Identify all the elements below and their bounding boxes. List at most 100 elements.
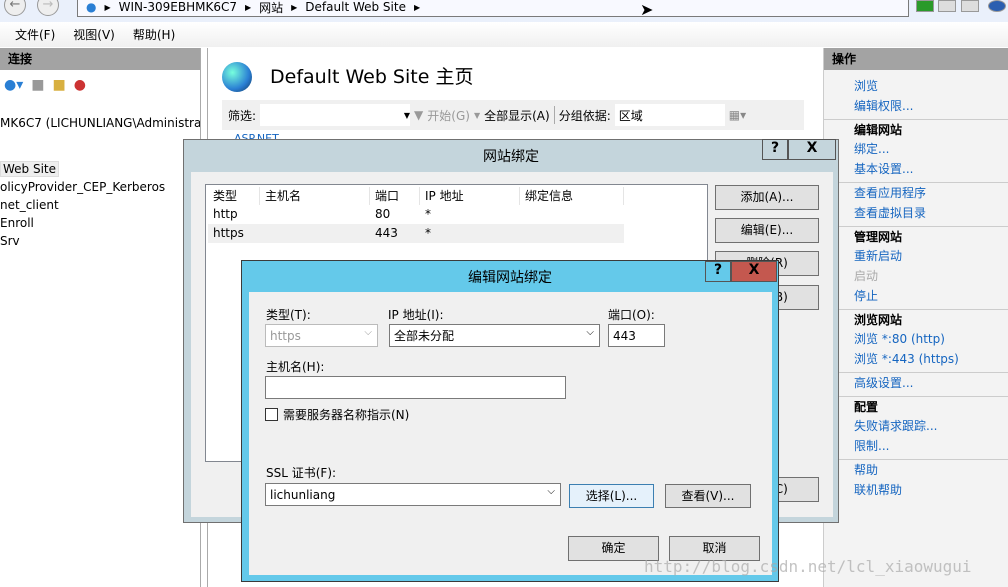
edit-binding-dialog: 编辑网站绑定 ? X 类型(T): https ⌵ IP 地址(I): 全部未分配…	[241, 260, 779, 582]
group-by-label: 分组依据:	[558, 108, 611, 123]
table-cell: *	[425, 207, 431, 221]
menu-help[interactable]: 帮助(H)	[133, 26, 175, 43]
show-all-button[interactable]: 全部显示(A)	[484, 107, 550, 124]
actions-section-header: 编辑网站	[824, 119, 1008, 139]
breadcrumb-server[interactable]: WIN-309EBHMK6C7	[119, 0, 237, 14]
group-by-select[interactable]: 区域	[614, 104, 725, 126]
menu-view[interactable]: 视图(V)	[73, 26, 115, 43]
column-header[interactable]: IP 地址	[420, 187, 520, 205]
ip-select[interactable]: 全部未分配 ⌵	[389, 324, 600, 347]
table-cell	[520, 205, 624, 224]
action-link[interactable]: 启动	[824, 266, 1008, 286]
add-button[interactable]: 添加(A)...	[715, 185, 819, 210]
edit-button[interactable]: 编辑(E)...	[715, 218, 819, 243]
chevron-down-icon: ⌵	[364, 327, 372, 338]
dialog-title: 编辑网站绑定	[468, 270, 552, 286]
column-header[interactable]: 主机名	[260, 187, 370, 205]
column-header[interactable]: 端口	[370, 187, 420, 205]
table-row[interactable]: http 80 *	[208, 205, 624, 224]
host-input[interactable]	[265, 376, 566, 399]
action-link[interactable]: 联机帮助	[824, 480, 1008, 500]
port-input[interactable]: 443	[608, 324, 665, 347]
actions-section-header: 管理网站	[824, 226, 1008, 246]
save-icon[interactable]: ■	[31, 77, 44, 93]
action-link[interactable]: 绑定...	[824, 139, 1008, 159]
tree-server[interactable]: MK6C7 (LICHUNLIANG\Administrat	[0, 114, 200, 132]
breadcrumb-sites[interactable]: 网站	[259, 0, 283, 16]
home-icon[interactable]	[961, 0, 979, 12]
help-button[interactable]: ?	[762, 139, 788, 160]
action-link[interactable]: 查看虚拟目录	[824, 203, 1008, 223]
sni-checkbox[interactable]	[265, 408, 278, 421]
table-row[interactable]: https 443 *	[208, 224, 624, 243]
refresh-icon[interactable]	[916, 0, 934, 12]
action-link[interactable]: 重新启动	[824, 246, 1008, 266]
actions-section-header: 配置	[824, 396, 1008, 416]
folder-up-icon[interactable]: ■	[52, 77, 65, 93]
action-link[interactable]: 失败请求跟踪...	[824, 416, 1008, 436]
action-link[interactable]: 帮助	[824, 460, 1008, 480]
globe-icon: ●	[86, 0, 97, 14]
tree-item[interactable]: net_client	[0, 196, 200, 214]
tree-item-default-web-site[interactable]: Web Site	[0, 160, 200, 178]
view-cert-button[interactable]: 查看(V)...	[665, 484, 751, 508]
sni-label: 需要服务器名称指示(N)	[283, 408, 410, 422]
filter-label: 筛选:	[228, 108, 257, 123]
table-cell: *	[425, 226, 431, 240]
action-link[interactable]: 停止	[824, 286, 1008, 306]
address-bar[interactable]: ● ▶ WIN-309EBHMK6C7 ▶ 网站 ▶ Default Web Site…	[77, 0, 909, 17]
close-button[interactable]: X	[788, 139, 836, 160]
action-link[interactable]: 基本设置...	[824, 159, 1008, 179]
disconnect-icon[interactable]: ●	[74, 77, 86, 93]
column-header[interactable]: 绑定信息	[520, 187, 624, 205]
start-button[interactable]: 开始(G)	[427, 107, 470, 124]
connections-title: 连接	[0, 48, 200, 70]
menu-bar: 文件(F) 视图(V) 帮助(H)	[0, 22, 1008, 47]
tree-item[interactable]: Enroll	[0, 214, 200, 232]
action-link[interactable]: 限制...	[824, 436, 1008, 456]
filter-toolbar: 筛选: ▼ ▼ 开始(G) ▼ 全部显示(A) 分组依据: 区域 ▦▾	[222, 100, 804, 130]
tree-item[interactable]: olicyProvider_CEP_Kerberos	[0, 178, 200, 196]
help-icon[interactable]	[988, 0, 1006, 12]
action-link[interactable]: 浏览 *:80 (http)	[824, 329, 1008, 349]
connect-icon[interactable]: ●▾	[4, 77, 23, 93]
chevron-down-icon: ⌵	[547, 486, 555, 497]
actions-section-header: 浏览网站	[824, 309, 1008, 329]
watermark: http://blog.csdn.net/lcl_xiaowugui	[644, 557, 972, 576]
ip-label: IP 地址(I):	[388, 308, 444, 322]
filter-input[interactable]: ▼	[260, 104, 411, 126]
table-cell: https	[213, 226, 244, 240]
host-label: 主机名(H):	[266, 360, 325, 374]
actions-panel: 操作 浏览 编辑权限... 编辑网站 绑定... 基本设置... 查看应用程序 查看虚拟目录…	[823, 48, 1008, 587]
table-cell: 80	[375, 207, 391, 221]
column-header[interactable]: 类型	[208, 187, 260, 205]
actions-title: 操作	[824, 48, 1008, 70]
chevron-right-icon: ▶	[291, 2, 298, 12]
type-select: https ⌵	[265, 324, 378, 347]
breadcrumb-site[interactable]: Default Web Site	[305, 0, 406, 14]
funnel-icon: ▼	[414, 108, 424, 122]
tree-item[interactable]: Srv	[0, 232, 200, 250]
close-button[interactable]: X	[731, 261, 777, 282]
action-link[interactable]: 浏览	[824, 76, 1008, 96]
port-label: 端口(O):	[608, 308, 655, 322]
select-cert-button[interactable]: 选择(L)...	[569, 484, 654, 508]
action-link[interactable]: 高级设置...	[824, 373, 1008, 393]
page-title: Default Web Site 主页	[270, 66, 474, 88]
stop-icon[interactable]	[938, 0, 956, 12]
mouse-cursor-icon: ➤	[640, 0, 654, 19]
view-icon[interactable]: ▦▾	[729, 108, 746, 122]
ssl-cert-select[interactable]: lichunliang ⌵	[265, 483, 561, 506]
help-button[interactable]: ?	[705, 261, 731, 282]
action-link[interactable]: 编辑权限...	[824, 96, 1008, 116]
chevron-down-icon[interactable]: ▼	[474, 111, 480, 120]
action-link[interactable]: 查看应用程序	[824, 183, 1008, 203]
chevron-down-icon: ⌵	[586, 327, 594, 338]
action-link[interactable]: 浏览 *:443 (https)	[824, 349, 1008, 369]
chevron-right-icon: ▶	[413, 2, 421, 12]
table-cell: 443	[375, 226, 398, 240]
connections-panel: 连接 ●▾ ■ ■ ● MK6C7 (LICHUNLIANG\Administr…	[0, 48, 201, 587]
menu-file[interactable]: 文件(F)	[15, 26, 55, 43]
chevron-right-icon: ▶	[244, 2, 252, 12]
table-cell	[260, 224, 370, 243]
